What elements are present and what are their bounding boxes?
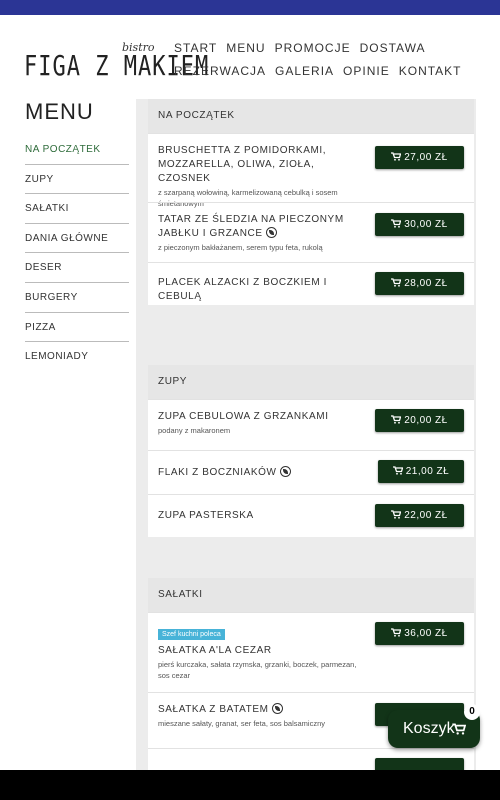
- item-name-text: SAŁATKA Z BATATEM: [158, 704, 269, 715]
- item-name-text: FLAKI Z BOCZNIAKÓW: [158, 467, 277, 478]
- main-nav: START MENU PROMOCJE DOSTAWA REZERWACJA GALER…: [174, 37, 484, 83]
- section-zupy: ZUPY ZUPA CEBULOWA Z GRZANKAMI podany z …: [148, 365, 474, 537]
- price-label: 20,00 ZŁ: [404, 415, 448, 426]
- cart-icon: [452, 723, 466, 735]
- price-label: 28,00 ZŁ: [404, 278, 448, 289]
- chef-recommends-badge: Szef kuchni poleca: [158, 629, 225, 640]
- price-label: 30,00 ZŁ: [404, 219, 448, 230]
- cart-icon: [391, 278, 402, 287]
- item-description: mieszane sałaty, granat, ser feta, sos b…: [158, 719, 326, 728]
- item-name: BRUSCHETTA Z POMIDORKAMI, MOZZARELLA, OL…: [158, 145, 327, 184]
- menu-sidebar: MENU NA POCZĄTEK ZUPY SAŁATKI DANIA GŁÓW…: [25, 99, 129, 372]
- menu-item: [148, 748, 474, 770]
- menu-item: BRUSCHETTA Z POMIDORKAMI, MOZZARELLA, OL…: [148, 133, 474, 208]
- menu-item: ZUPA PASTERSKA 22,00 ZŁ: [148, 494, 474, 537]
- leaf-icon: [279, 466, 291, 477]
- price-label: 36,00 ZŁ: [404, 628, 448, 639]
- add-to-cart-button[interactable]: 20,00 ZŁ: [375, 409, 464, 432]
- sidebar-item-na-poczatek[interactable]: NA POCZĄTEK: [25, 135, 129, 165]
- menu-item: TATAR ZE ŚLEDZIA NA PIECZONYM JABŁKU I G…: [148, 202, 474, 262]
- item-name: SAŁATKA A'LA CEZAR: [158, 645, 272, 656]
- sidebar-item-zupy[interactable]: ZUPY: [25, 165, 129, 195]
- header: FIGA Z MAKIEM bistro START MENU PROMOCJE DO…: [0, 15, 500, 95]
- cart-button[interactable]: Koszyk 0: [388, 704, 480, 748]
- add-to-cart-button[interactable]: 22,00 ZŁ: [375, 504, 464, 527]
- section-title: NA POCZĄTEK: [148, 99, 474, 133]
- add-to-cart-button[interactable]: 21,00 ZŁ: [378, 460, 464, 483]
- menu-item: Szef kuchni poleca SAŁATKA A'LA CEZAR pi…: [148, 612, 474, 692]
- nav-promocje[interactable]: PROMOCJE: [275, 37, 351, 60]
- nav-opinie[interactable]: OPINIE: [343, 60, 390, 83]
- item-description: podany z makaronem: [158, 426, 231, 435]
- section-title: SAŁATKI: [148, 578, 474, 612]
- sidebar-item-pizza[interactable]: PIZZA: [25, 313, 129, 343]
- cart-label: Koszyk: [403, 720, 455, 737]
- cart-icon: [391, 510, 402, 519]
- sidebar-title: MENU: [25, 99, 94, 124]
- sidebar-item-deser[interactable]: DESER: [25, 253, 129, 283]
- item-description: z pieczonym bakłażanem, serem typu feta,…: [158, 243, 323, 252]
- item-name: TATAR ZE ŚLEDZIA NA PIECZONYM JABŁKU I G…: [158, 213, 363, 241]
- nav-dostawa[interactable]: DOSTAWA: [360, 37, 426, 60]
- item-description: pierś kurczaka, sałata rzymska, grzanki,…: [158, 660, 357, 680]
- nav-menu[interactable]: MENU: [226, 37, 265, 60]
- cart-icon: [391, 152, 402, 161]
- cart-icon: [392, 466, 403, 475]
- section-na-poczatek: NA POCZĄTEK BRUSCHETTA Z POMIDORKAMI, MO…: [148, 99, 474, 305]
- add-to-cart-button[interactable]: 27,00 ZŁ: [375, 146, 464, 169]
- item-name: SAŁATKA Z BATATEM: [158, 703, 363, 717]
- price-label: 21,00 ZŁ: [405, 466, 450, 477]
- section-title: ZUPY: [148, 365, 474, 399]
- cart-icon: [391, 628, 402, 637]
- nav-galeria[interactable]: GALERIA: [275, 60, 334, 83]
- sidebar-item-lemoniady[interactable]: LEMONIADY: [25, 342, 129, 372]
- sidebar-item-dania-glowne[interactable]: DANIA GŁÓWNE: [25, 224, 129, 254]
- item-name: ZUPA PASTERSKA: [158, 510, 254, 521]
- item-name-text: TATAR ZE ŚLEDZIA NA PIECZONYM JABŁKU I G…: [158, 214, 344, 239]
- nav-start[interactable]: START: [174, 37, 217, 60]
- add-to-cart-button[interactable]: 36,00 ZŁ: [375, 622, 464, 645]
- add-to-cart-button[interactable]: [375, 758, 464, 770]
- nav-kontakt[interactable]: KONTAKT: [399, 60, 462, 83]
- leaf-icon: [265, 227, 277, 238]
- cart-icon: [391, 415, 402, 424]
- menu-item: PLACEK ALZACKI Z BOCZKIEM I CEBULĄ 28,00…: [148, 262, 474, 305]
- page: FIGA Z MAKIEM bistro START MENU PROMOCJE DO…: [0, 15, 500, 770]
- logo-subtitle: bistro: [122, 41, 155, 54]
- sidebar-item-salatki[interactable]: SAŁATKI: [25, 194, 129, 224]
- sidebar-item-burgery[interactable]: BURGERY: [25, 283, 129, 313]
- menu-item: FLAKI Z BOCZNIAKÓW 21,00 ZŁ: [148, 450, 474, 494]
- menu-item: ZUPA CEBULOWA Z GRZANKAMI podany z makar…: [148, 399, 474, 450]
- add-to-cart-button[interactable]: 28,00 ZŁ: [375, 272, 464, 295]
- browser-top-bar: [0, 0, 500, 15]
- cart-count-badge: 0: [464, 704, 480, 720]
- add-to-cart-button[interactable]: 30,00 ZŁ: [375, 213, 464, 236]
- item-name: FLAKI Z BOCZNIAKÓW: [158, 466, 363, 480]
- nav-rezerwacja[interactable]: REZERWACJA: [174, 60, 266, 83]
- cart-icon: [391, 219, 402, 228]
- logo[interactable]: FIGA Z MAKIEM bistro: [24, 41, 208, 82]
- item-name: ZUPA CEBULOWA Z GRZANKAMI: [158, 411, 329, 422]
- leaf-icon: [271, 703, 283, 714]
- price-label: 27,00 ZŁ: [404, 152, 448, 163]
- price-label: 22,00 ZŁ: [404, 510, 448, 521]
- item-name: PLACEK ALZACKI Z BOCZKIEM I CEBULĄ: [158, 277, 328, 302]
